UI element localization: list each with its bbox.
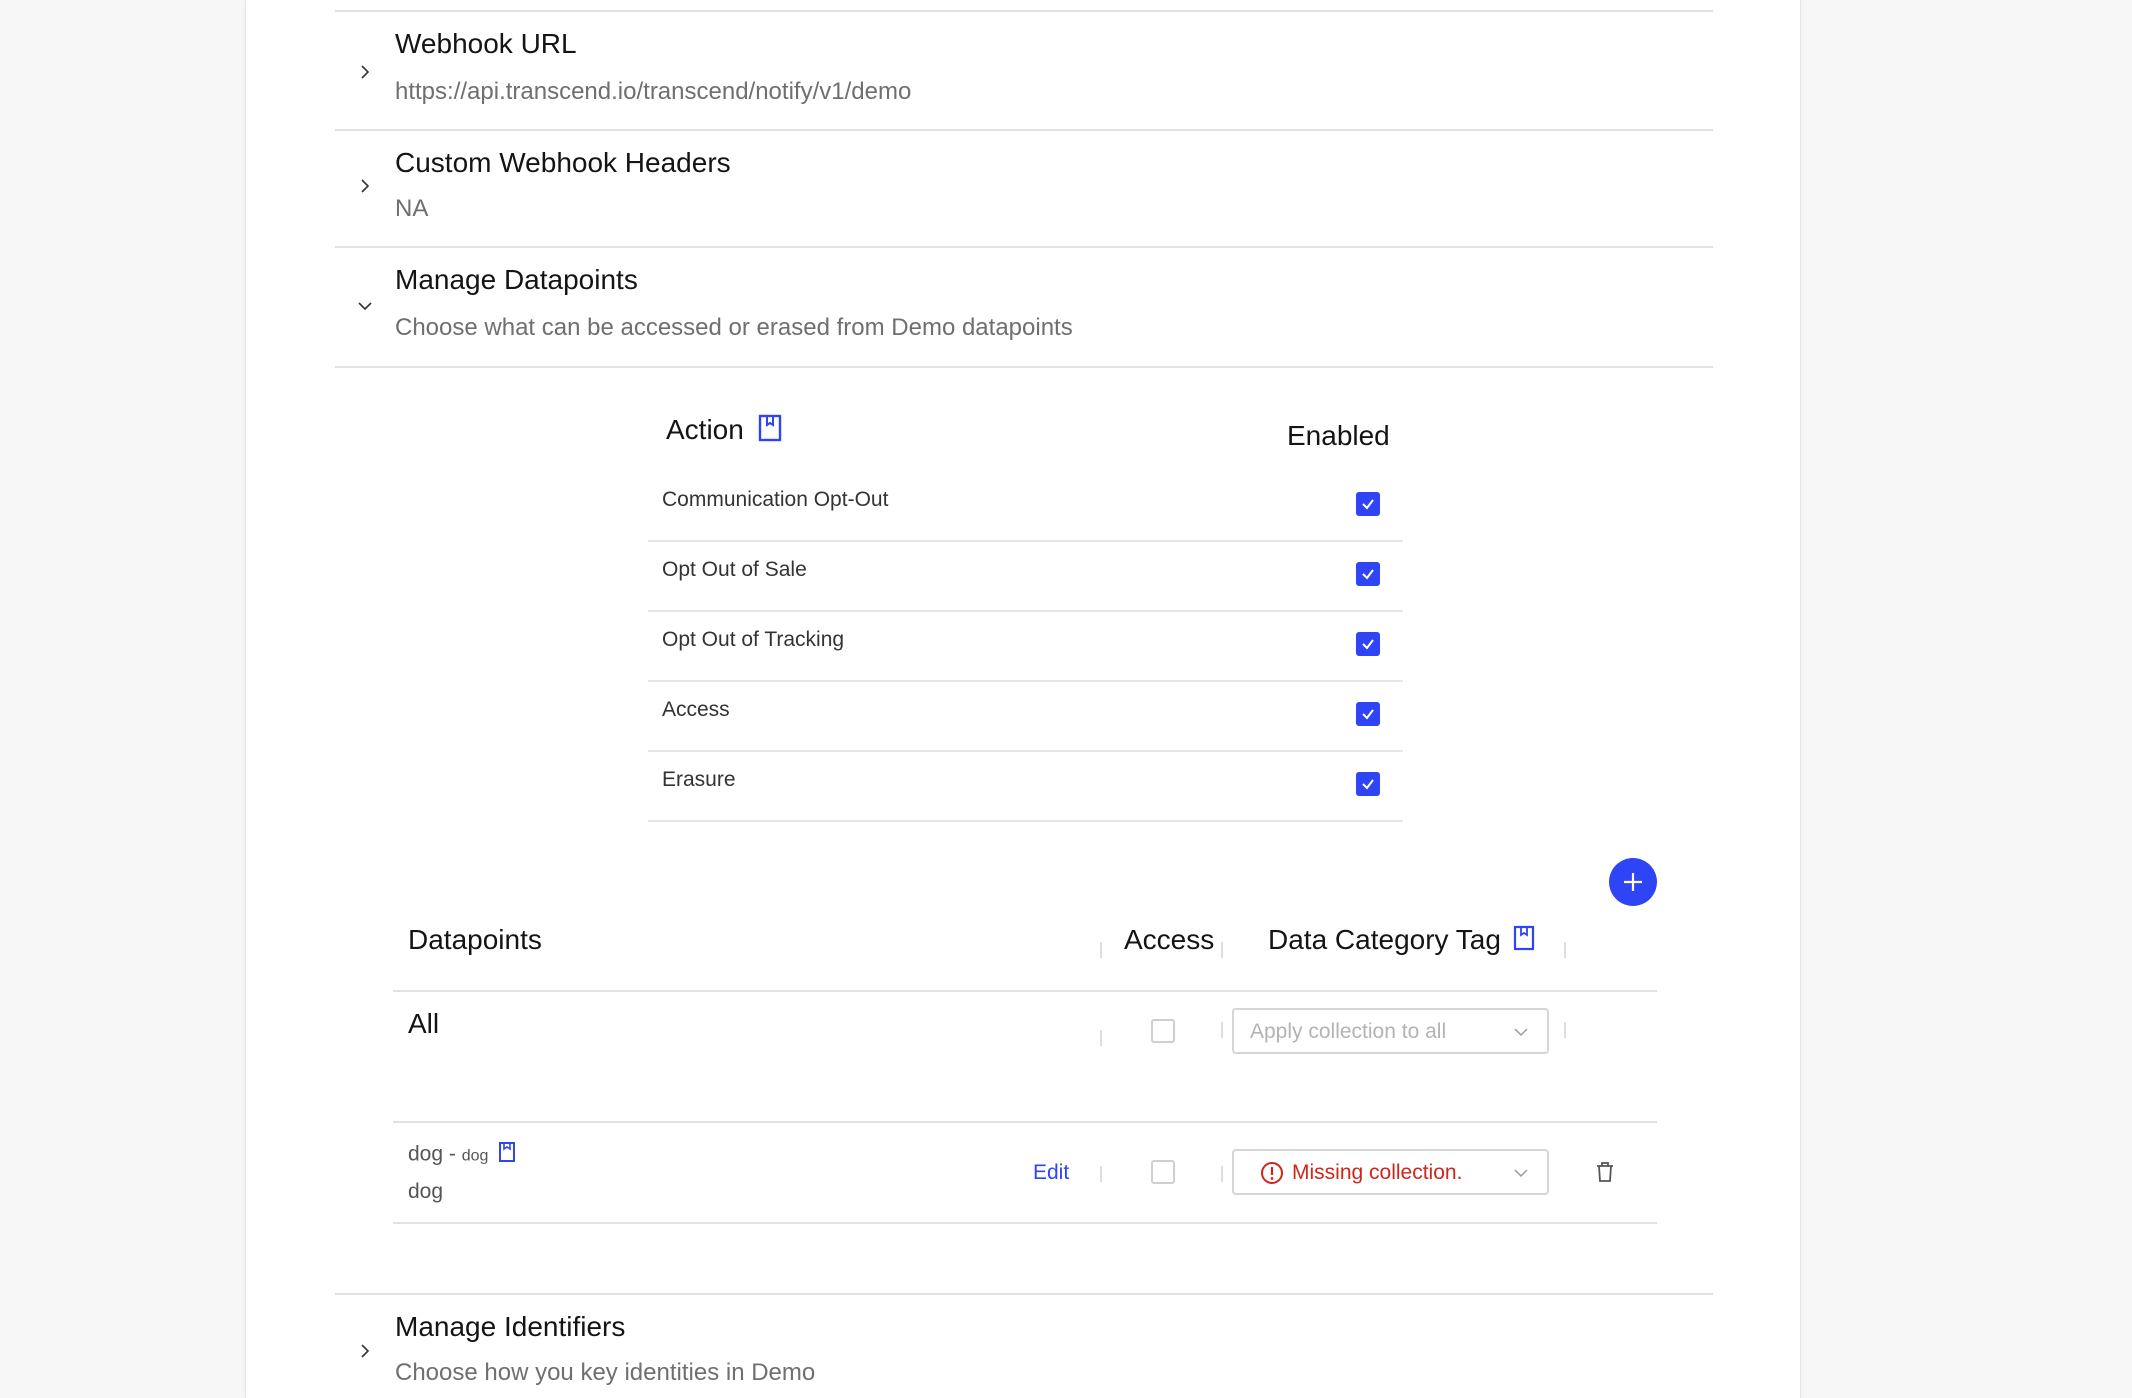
- section-webhook-url[interactable]: Webhook URL https://api.transcend.io/tra…: [335, 12, 1713, 131]
- webhook-url-value: https://api.transcend.io/transcend/notif…: [395, 78, 912, 105]
- trash-icon[interactable]: [1594, 1160, 1616, 1184]
- column-divider: [1221, 1022, 1223, 1038]
- chevron-right-icon[interactable]: [355, 1341, 375, 1361]
- check-icon: [1362, 499, 1374, 510]
- missing-collection-status: Missing collection.: [1292, 1161, 1463, 1184]
- action-label: Opt Out of Tracking: [662, 628, 845, 651]
- book-icon[interactable]: [498, 1141, 516, 1169]
- action-row: Opt Out of Tracking: [648, 612, 1403, 682]
- section-title: Custom Webhook Headers: [395, 147, 731, 178]
- access-all-checkbox[interactable]: [1151, 1019, 1175, 1043]
- chevron-right-icon[interactable]: [355, 62, 375, 82]
- action-row: Erasure: [648, 752, 1403, 822]
- section-subtitle: Choose what can be accessed or erased fr…: [395, 314, 1073, 341]
- edit-datapoint-link[interactable]: Edit: [1033, 1161, 1069, 1185]
- enabled-checkbox[interactable]: [1356, 562, 1380, 586]
- column-divider: [1100, 1166, 1102, 1182]
- apply-collection-select[interactable]: Apply collection to all: [1232, 1008, 1549, 1054]
- check-icon: [1362, 779, 1374, 790]
- datapoint-name: dog - dog: [408, 1141, 516, 1169]
- action-label: Communication Opt-Out: [662, 488, 889, 511]
- enabled-checkbox[interactable]: [1356, 632, 1380, 656]
- column-divider: [1221, 942, 1223, 958]
- plus-icon: [1624, 873, 1642, 891]
- category-header-label: Data Category Tag: [1268, 924, 1501, 955]
- action-row: Access: [648, 682, 1403, 752]
- check-icon: [1362, 569, 1374, 580]
- section-manage-datapoints[interactable]: Manage Datapoints Choose what can be acc…: [335, 248, 1713, 368]
- custom-headers-value: NA: [395, 195, 429, 222]
- check-icon: [1362, 639, 1374, 650]
- chevron-down-icon: [1514, 1169, 1528, 1178]
- datapoint-key: dog: [461, 1147, 489, 1165]
- datapoints-header: Datapoints: [408, 924, 542, 955]
- datapoint-description: dog: [408, 1180, 444, 1203]
- column-divider: [1221, 1166, 1223, 1182]
- section-title: Webhook URL: [395, 28, 577, 59]
- action-header-label: Action: [666, 414, 744, 445]
- enabled-header: Enabled: [1287, 420, 1390, 451]
- column-divider: [1564, 1022, 1566, 1038]
- action-header: Action: [666, 414, 782, 449]
- book-icon[interactable]: [758, 414, 782, 449]
- divider: [393, 1121, 1657, 1123]
- data-category-select[interactable]: Missing collection.: [1232, 1149, 1549, 1195]
- column-divider: [1564, 942, 1566, 958]
- section-manage-identifiers[interactable]: Manage Identifiers Choose how you key id…: [335, 1293, 1713, 1398]
- add-datapoint-button[interactable]: [1609, 858, 1657, 906]
- chevron-right-icon[interactable]: [355, 176, 375, 196]
- chevron-down-icon[interactable]: [355, 296, 375, 316]
- book-icon[interactable]: [1513, 925, 1535, 958]
- action-label: Opt Out of Sale: [662, 558, 807, 581]
- check-icon: [1362, 709, 1374, 720]
- category-header: Data Category Tag: [1268, 924, 1535, 958]
- access-checkbox[interactable]: [1151, 1160, 1175, 1184]
- enabled-checkbox[interactable]: [1356, 492, 1380, 516]
- section-title: Manage Datapoints: [395, 264, 638, 295]
- action-row: Opt Out of Sale: [648, 542, 1403, 612]
- section-custom-headers[interactable]: Custom Webhook Headers NA: [335, 131, 1713, 248]
- divider: [393, 1222, 1657, 1224]
- action-label: Access: [662, 698, 730, 721]
- datapoint-name-separator: -: [443, 1142, 462, 1166]
- column-divider: [1100, 942, 1102, 958]
- enabled-checkbox[interactable]: [1356, 772, 1380, 796]
- alert-circle-icon: [1261, 1162, 1283, 1184]
- chevron-down-icon: [1514, 1028, 1528, 1037]
- divider: [393, 990, 1657, 992]
- all-row-label: All: [408, 1008, 440, 1039]
- access-header: Access: [1124, 924, 1215, 955]
- datapoint-name-text: dog: [408, 1142, 444, 1166]
- action-row: Communication Opt-Out: [648, 472, 1403, 542]
- column-divider: [1100, 1030, 1102, 1046]
- select-placeholder: Apply collection to all: [1250, 1020, 1447, 1043]
- section-subtitle: Choose how you key identities in Demo: [395, 1359, 816, 1386]
- enabled-checkbox[interactable]: [1356, 702, 1380, 726]
- section-title: Manage Identifiers: [395, 1311, 626, 1342]
- action-label: Erasure: [662, 768, 736, 791]
